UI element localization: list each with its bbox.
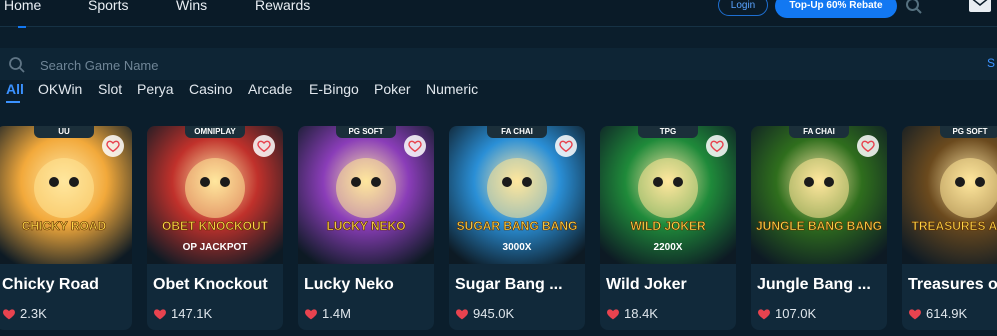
game-logo-text: JUNGLE BANG BANG [756,219,882,233]
favorite-button[interactable] [857,135,879,157]
category-tabs: All OKWin Slot Perya Casino Arcade E-Bin… [0,81,997,101]
heart-icon [456,309,468,320]
tab-all[interactable]: All [6,81,24,97]
game-card[interactable]: LUCKY NEKO PG SOFT Lucky Neko 1.4M [298,126,434,330]
game-title[interactable]: Obet Knockout [153,276,281,294]
game-logo-text: CHICKY ROAD [22,219,107,233]
like-count: 2.3K [20,306,47,321]
game-logo-text: WILD JOKER [630,219,706,233]
like-count: 614.9K [926,306,968,321]
game-card[interactable]: JUNGLE BANG BANG FA CHAI Jungle Bang ... 10… [751,126,887,330]
provider-badge: OMNIPLAY [185,126,245,138]
search-icon [9,57,25,73]
search-input[interactable] [40,54,540,76]
game-title[interactable]: Wild Joker [606,276,734,294]
top-navigation: Home Sports Wins Rewards Login Top-Up 60… [0,0,997,27]
game-title[interactable]: Sugar Bang ... [455,276,583,294]
like-count: 945.0K [473,306,515,321]
nav-wins[interactable]: Wins [176,0,207,13]
heart-icon [758,309,770,320]
heart-outline-icon [408,140,422,153]
provider-badge: TPG [638,126,698,138]
heart-outline-icon [861,140,875,153]
heart-outline-icon [710,140,724,153]
like-count: 147.1K [171,306,213,321]
heart-icon [607,309,619,320]
heart-outline-icon [257,140,271,153]
heart-icon [3,309,15,320]
like-count: 1.4M [322,306,351,321]
game-card[interactable]: TREASURES AZTEC PG SOFT Treasures o 614.9K [902,126,997,330]
login-button[interactable]: Login [718,0,768,16]
game-logo-subtext: 2200X [654,242,683,253]
favorite-button[interactable] [102,135,124,157]
heart-icon [305,309,317,320]
favorite-button[interactable] [555,135,577,157]
heart-icon [154,309,166,320]
game-title[interactable]: Chicky Road [2,276,130,294]
game-logo-subtext: 3000X [503,242,532,253]
tab-casino[interactable]: Casino [189,81,233,97]
favorite-button[interactable] [404,135,426,157]
game-thumbnail[interactable]: TREASURES AZTEC [902,126,997,264]
tab-numeric[interactable]: Numeric [426,81,478,97]
search-icon[interactable] [905,0,923,15]
heart-outline-icon [559,140,573,153]
tab-arcade[interactable]: Arcade [248,81,292,97]
provider-badge: FA CHAI [789,126,849,138]
game-title[interactable]: Jungle Bang ... [757,276,885,294]
game-card[interactable]: OBET KNOCKOUT OP JACKPOT OMNIPLAY Obet Knoc… [147,126,283,330]
game-card[interactable]: CHICKY ROAD UU Chicky Road 2.3K [0,126,132,330]
game-logo-text: OBET KNOCKOUT [162,219,269,233]
like-count: 107.0K [775,306,817,321]
heart-icon [909,309,921,320]
nav-active-indicator [18,26,26,28]
tab-perya[interactable]: Perya [137,81,174,97]
mail-icon[interactable] [969,0,991,12]
nav-sports[interactable]: Sports [88,0,128,13]
tab-ebingo[interactable]: E-Bingo [309,81,359,97]
game-card[interactable]: SUGAR BANG BANG 3000X FA CHAI Sugar Bang ..… [449,126,585,330]
provider-badge: UU [34,126,94,138]
tab-slot[interactable]: Slot [98,81,122,97]
like-count: 18.4K [624,306,658,321]
topup-button[interactable]: Top-Up 60% Rebate [775,0,897,18]
tab-poker[interactable]: Poker [374,81,411,97]
game-card[interactable]: WILD JOKER 2200X TPG Wild Joker 18.4K [600,126,736,330]
tab-okwin[interactable]: OKWin [38,81,82,97]
favorite-button[interactable] [706,135,728,157]
heart-outline-icon [106,140,120,153]
game-title[interactable]: Lucky Neko [304,276,432,294]
game-logo-text: SUGAR BANG BANG [457,219,578,233]
nav-rewards[interactable]: Rewards [255,0,310,13]
tab-active-indicator [6,101,20,103]
provider-badge: PG SOFT [940,126,997,138]
game-logo-text: TREASURES AZTEC [912,219,997,233]
provider-badge: FA CHAI [487,126,547,138]
game-logo-subtext: OP JACKPOT [183,242,248,253]
favorite-button[interactable] [253,135,275,157]
game-logo-text: LUCKY NEKO [326,219,405,233]
nav-home[interactable]: Home [4,0,41,13]
search-button[interactable]: S [987,56,995,70]
provider-badge: PG SOFT [336,126,396,138]
game-title[interactable]: Treasures o [908,276,997,294]
